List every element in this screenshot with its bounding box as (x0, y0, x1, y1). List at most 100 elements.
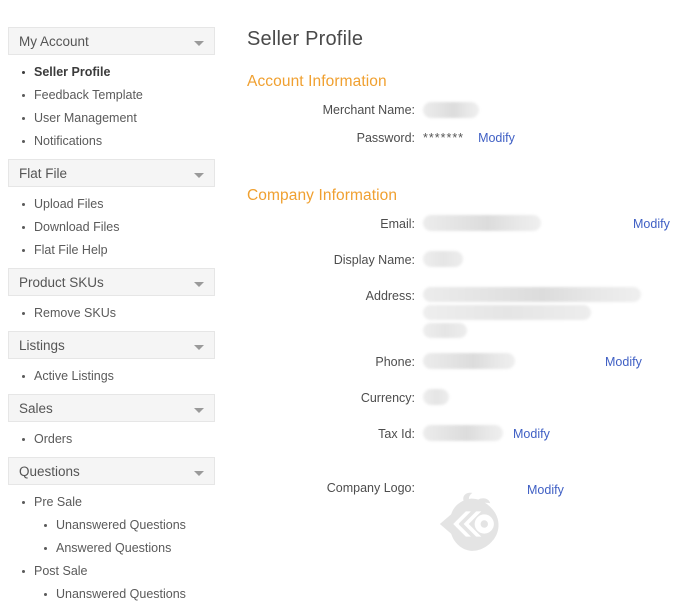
company-logo-mark (431, 487, 505, 561)
sidebar-item-label: Active Listings (34, 369, 114, 383)
chevron-down-icon[interactable] (194, 471, 204, 476)
sidebar-group-sales: Sales Orders (8, 394, 215, 457)
sidebar-item-pre-sale-unanswered-questions[interactable]: Unanswered Questions (8, 514, 215, 537)
sidebar-group-header-flat-file[interactable]: Flat File (8, 159, 215, 187)
sidebar-group-my-account: My Account Seller Profile Feedback Templ… (8, 27, 215, 159)
sidebar-item-label: Flat File Help (34, 243, 108, 257)
sidebar-group-body-questions: Pre Sale Unanswered Questions Answered Q… (8, 485, 215, 612)
sidebar-item-orders[interactable]: Orders (8, 428, 215, 451)
sidebar-group-body-product-skus: Remove SKUs (8, 296, 215, 331)
company-information-heading: Company Information (247, 187, 695, 205)
sidebar-group-body-flat-file: Upload Files Download Files Flat File He… (8, 187, 215, 268)
merchant-name-label: Merchant Name: (247, 101, 423, 119)
modify-password-link[interactable]: Modify (478, 129, 515, 147)
sidebar-group-title: Product SKUs (19, 275, 104, 290)
sidebar-group-body-my-account: Seller Profile Feedback Template User Ma… (8, 55, 215, 159)
redacted-value (423, 102, 479, 118)
redacted-value (423, 323, 467, 338)
sidebar-group-header-questions[interactable]: Questions (8, 457, 215, 485)
password-label: Password: (247, 129, 423, 147)
redacted-value (423, 305, 591, 320)
sidebar-item-feedback-template[interactable]: Feedback Template (8, 84, 215, 107)
currency-label: Currency: (247, 389, 423, 407)
tax-id-value-wrap: Modify (423, 425, 695, 443)
modify-phone-link[interactable]: Modify (605, 353, 642, 371)
sidebar-list-my-account: Seller Profile Feedback Template User Ma… (8, 61, 215, 153)
sidebar-item-user-management[interactable]: User Management (8, 107, 215, 130)
account-information-fields: Merchant Name: Password: ******* Modify (247, 101, 695, 157)
phone-label: Phone: (247, 353, 423, 371)
redacted-value (423, 251, 463, 267)
sidebar-item-seller-profile[interactable]: Seller Profile (8, 61, 215, 84)
sidebar-item-label: Download Files (34, 220, 119, 234)
phone-value-wrap: Modify (423, 353, 695, 371)
sidebar-item-label: Answered Questions (56, 541, 171, 555)
sidebar-item-flat-file-help[interactable]: Flat File Help (8, 239, 215, 262)
sidebar-list-questions: Pre Sale Unanswered Questions Answered Q… (8, 491, 215, 606)
field-row-email: Email: Modify (247, 215, 695, 243)
redacted-value (423, 287, 641, 302)
sidebar-item-label: Remove SKUs (34, 306, 116, 320)
sidebar-group-questions: Questions Pre Sale Unanswered Questions … (8, 457, 215, 612)
company-information-section: Company Information Email: Modify Displa… (247, 187, 695, 561)
sidebar-item-active-listings[interactable]: Active Listings (8, 365, 215, 388)
chevron-down-icon[interactable] (194, 41, 204, 46)
sidebar-group-header-my-account[interactable]: My Account (8, 27, 215, 55)
sidebar-item-pre-sale-answered-questions[interactable]: Answered Questions (8, 537, 215, 560)
sidebar-list-sales: Orders (8, 428, 215, 451)
chevron-down-icon[interactable] (194, 408, 204, 413)
sidebar-group-header-product-skus[interactable]: Product SKUs (8, 268, 215, 296)
sidebar-item-label: Notifications (34, 134, 102, 148)
sidebar-group-header-listings[interactable]: Listings (8, 331, 215, 359)
address-value (423, 287, 695, 341)
sidebar-item-label: Seller Profile (34, 65, 110, 79)
field-row-company-logo: Company Logo: (247, 479, 695, 561)
modify-company-logo-link[interactable]: Modify (527, 479, 564, 499)
sidebar-item-label: Upload Files (34, 197, 103, 211)
sidebar-item-notifications[interactable]: Notifications (8, 130, 215, 153)
sidebar-item-post-sale-unanswered-questions[interactable]: Unanswered Questions (8, 583, 215, 606)
sidebar-item-post-sale[interactable]: Post Sale (8, 560, 215, 583)
field-row-currency: Currency: (247, 389, 695, 417)
sidebar-list-listings: Active Listings (8, 365, 215, 388)
sidebar-group-title: Flat File (19, 166, 67, 181)
sidebar-group-title: Sales (19, 401, 53, 416)
chevron-down-icon[interactable] (194, 282, 204, 287)
page-title: Seller Profile (247, 0, 695, 51)
sidebar-list-flat-file: Upload Files Download Files Flat File He… (8, 193, 215, 262)
field-row-merchant-name: Merchant Name: (247, 101, 695, 129)
chevron-down-icon[interactable] (194, 345, 204, 350)
sidebar-group-body-sales: Orders (8, 422, 215, 457)
sidebar-group-flat-file: Flat File Upload Files Download Files Fl… (8, 159, 215, 268)
modify-email-link[interactable]: Modify (633, 215, 670, 233)
sidebar-item-label: Post Sale (34, 564, 88, 578)
sidebar-list-product-skus: Remove SKUs (8, 302, 215, 325)
field-row-tax-id: Tax Id: Modify (247, 425, 695, 453)
sidebar-item-download-files[interactable]: Download Files (8, 216, 215, 239)
sidebar-group-header-sales[interactable]: Sales (8, 394, 215, 422)
modify-tax-id-link[interactable]: Modify (513, 425, 550, 443)
display-name-value (423, 251, 695, 269)
sidebar-group-listings: Listings Active Listings (8, 331, 215, 394)
account-information-section: Account Information Merchant Name: Passw… (247, 73, 695, 157)
sidebar-item-pre-sale[interactable]: Pre Sale (8, 491, 215, 514)
sidebar-group-title: My Account (19, 34, 89, 49)
company-information-fields: Email: Modify Display Name: Address: (247, 215, 695, 561)
sidebar: My Account Seller Profile Feedback Templ… (8, 27, 215, 612)
merchant-name-value (423, 101, 695, 120)
chevron-down-icon[interactable] (194, 173, 204, 178)
redacted-value (423, 215, 541, 231)
email-value-wrap: Modify (423, 215, 695, 233)
display-name-label: Display Name: (247, 251, 423, 269)
sidebar-item-label: Orders (34, 432, 72, 446)
email-label: Email: (247, 215, 423, 233)
field-row-password: Password: ******* Modify (247, 129, 695, 157)
field-row-phone: Phone: Modify (247, 353, 695, 381)
sidebar-item-label: Feedback Template (34, 88, 143, 102)
sidebar-group-body-listings: Active Listings (8, 359, 215, 394)
sidebar-item-upload-files[interactable]: Upload Files (8, 193, 215, 216)
sidebar-group-title: Questions (19, 464, 80, 479)
field-row-display-name: Display Name: (247, 251, 695, 279)
sidebar-item-remove-skus[interactable]: Remove SKUs (8, 302, 215, 325)
company-logo-label: Company Logo: (247, 479, 423, 497)
